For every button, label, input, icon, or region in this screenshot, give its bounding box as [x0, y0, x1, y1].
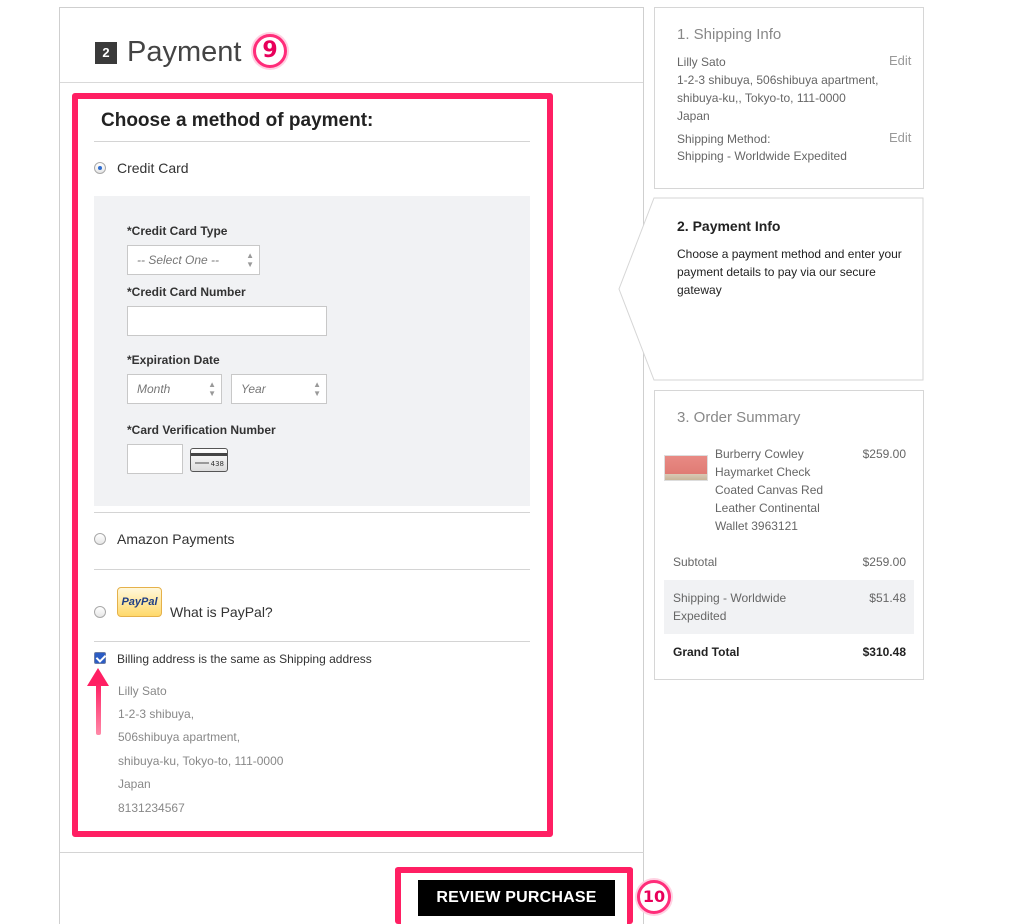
edit-shipping-method-link[interactable]: Edit	[889, 130, 1005, 145]
payment-info-description: Choose a payment method and enter your	[677, 247, 902, 261]
step-number-badge: 2	[95, 42, 117, 64]
order-summary-title: 3. Order Summary	[677, 409, 801, 426]
what-is-paypal-link[interactable]: What is PayPal?	[170, 604, 273, 620]
amazon-payments-radio[interactable]	[94, 533, 106, 545]
divider	[94, 141, 530, 142]
cvv-label: *Card Verification Number	[127, 423, 276, 437]
expiration-year-select[interactable]: Year ▲ ▼	[231, 374, 327, 404]
billing-address-line: shibuya-ku, Tokyo-to, 111-0000	[118, 754, 284, 768]
paypal-radio[interactable]	[94, 606, 106, 618]
card-number-label: *Credit Card Number	[127, 285, 246, 299]
page-title: Payment	[127, 36, 242, 68]
shipping-cost-value: $51.48	[869, 591, 906, 605]
payment-info-description: payment details to pay via our secure	[677, 265, 876, 279]
select-arrows-icon: ▲ ▼	[208, 380, 216, 398]
subtotal-label: Subtotal	[673, 555, 718, 569]
product-name-line: Haymarket Check	[715, 465, 811, 479]
month-value: Month	[137, 382, 171, 396]
billing-address-line: Japan	[118, 777, 151, 791]
card-back-icon: 438	[190, 448, 228, 472]
payment-info-description: gateway	[677, 283, 722, 297]
divider	[94, 512, 530, 513]
expiration-label: *Expiration Date	[127, 353, 220, 367]
grand-total-label: Grand Total	[673, 645, 740, 659]
select-arrows-icon: ▲ ▼	[313, 380, 321, 398]
product-name-line: Leather Continental	[715, 501, 820, 515]
shipping-info-title: 1. Shipping Info	[677, 26, 782, 43]
shipping-address-line: Lilly Sato	[677, 55, 726, 69]
shipping-method-label: Shipping Method:	[677, 132, 771, 146]
divider	[94, 641, 530, 642]
divider	[94, 569, 530, 570]
cvv-input[interactable]	[127, 444, 183, 474]
order-summary-box	[654, 390, 924, 680]
review-purchase-button[interactable]: REVIEW PURCHASE	[418, 880, 615, 916]
shipping-address-line: 1-2-3 shibuya, 506shibuya apartment,	[677, 73, 879, 87]
expiration-month-select[interactable]: Month ▲ ▼	[127, 374, 222, 404]
edit-shipping-address-link[interactable]: Edit	[889, 53, 1005, 68]
shipping-address-line: shibuya-ku,, Tokyo-to, 111-0000	[677, 91, 846, 105]
year-value: Year	[241, 382, 266, 396]
card-type-select[interactable]: -- Select One -- ▲ ▼	[127, 245, 260, 275]
grand-total-value: $310.48	[862, 645, 906, 659]
billing-address-line: 1-2-3 shibuya,	[118, 707, 195, 721]
card-type-label: *Credit Card Type	[127, 224, 228, 238]
select-arrows-icon: ▲ ▼	[246, 251, 254, 269]
card-number-input[interactable]	[127, 306, 327, 336]
payment-header: 2 Payment	[60, 8, 643, 83]
annotation-badge-10: 10	[637, 880, 671, 914]
product-name-line: Burberry Cowley	[715, 447, 804, 461]
divider	[60, 852, 644, 853]
annotation-badge-9: 9	[253, 34, 287, 68]
credit-card-label[interactable]: Credit Card	[117, 160, 189, 176]
payment-info-title: 2. Payment Info	[677, 218, 781, 234]
paypal-logo: PayPal	[117, 587, 162, 617]
product-name-line: Coated Canvas Red	[715, 483, 824, 497]
shipping-cost-label: Shipping - Worldwide	[673, 591, 787, 605]
billing-address-line: 506shibuya apartment,	[118, 730, 241, 744]
shipping-method-value: Shipping - Worldwide Expedited	[677, 149, 847, 163]
product-thumbnail	[664, 455, 708, 481]
subtotal-value: $259.00	[862, 555, 906, 569]
amazon-payments-label[interactable]: Amazon Payments	[117, 531, 235, 547]
credit-card-radio[interactable]	[94, 162, 106, 174]
billing-phone: 8131234567	[118, 801, 185, 815]
shipping-address-line: Japan	[677, 109, 710, 123]
product-price: $259.00	[862, 447, 906, 461]
billing-address-line: Lilly Sato	[118, 684, 167, 698]
card-type-value: -- Select One --	[137, 253, 220, 267]
shipping-cost-label: Expedited	[673, 609, 727, 623]
payment-method-heading: Choose a method of payment:	[101, 110, 374, 131]
product-name-line: Wallet 3963121	[715, 519, 798, 533]
annotation-arrow-shaft	[96, 683, 101, 735]
billing-same-checkbox[interactable]	[94, 652, 106, 664]
billing-same-label[interactable]: Billing address is the same as Shipping …	[117, 652, 372, 666]
cvv-card-number: 438	[210, 460, 224, 468]
